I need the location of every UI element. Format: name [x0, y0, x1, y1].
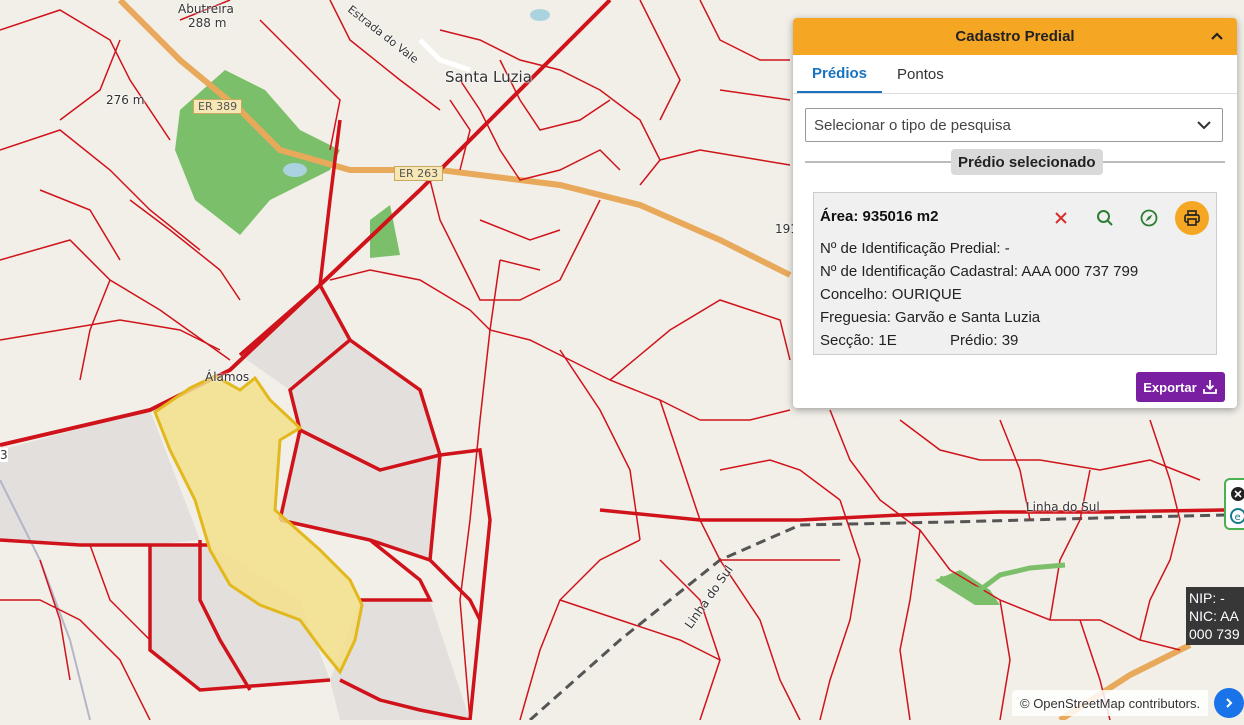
attribution-text[interactable]: © OpenStreetMap contributors.	[1020, 696, 1200, 711]
altitude-label: 288 m	[188, 16, 227, 30]
close-icon	[1055, 212, 1067, 224]
seccao-line: Secção: 1E	[820, 332, 897, 349]
section-title: Prédio selecionado	[951, 149, 1103, 175]
nic-line: Nº de Identificação Cadastral: AAA 000 7…	[820, 263, 1139, 280]
panel-header: Cadastro Predial	[793, 18, 1237, 55]
svg-text:e: e	[1235, 512, 1241, 523]
chevron-down-icon	[1197, 121, 1211, 130]
railway-label: Linha do Sul	[1026, 500, 1100, 514]
place-label-santa-luzia: Santa Luzia	[445, 68, 532, 86]
road-shield-er389: ER 389	[193, 99, 243, 114]
road-shield-er263: ER 263	[394, 166, 444, 181]
map-number-label: 3	[0, 448, 8, 462]
expand-button[interactable]	[1214, 688, 1244, 718]
minor-road	[418, 38, 471, 73]
nic-text-cont: 000 739	[1189, 626, 1240, 642]
side-controls: e	[1224, 478, 1244, 530]
export-label: Exportar	[1143, 379, 1197, 395]
cadastro-panel: Cadastro Predial Prédios Pontos Selecion…	[793, 18, 1237, 408]
panel-tabs: Prédios Pontos	[793, 55, 1237, 94]
search-type-select[interactable]: Selecionar o tipo de pesquisa	[805, 108, 1223, 142]
altitude-label: 276 m	[106, 93, 145, 107]
nip-line: Nº de Identificação Predial: -	[820, 240, 1010, 257]
place-label-alamos: Álamos	[205, 370, 250, 384]
print-button[interactable]	[1175, 201, 1209, 235]
water-body	[283, 163, 307, 177]
close-button[interactable]	[1044, 201, 1078, 235]
concelho-line: Concelho: OURIQUE	[820, 286, 962, 303]
export-button[interactable]: Exportar	[1136, 372, 1225, 402]
place-label-abutreira: Abutreira	[178, 2, 234, 16]
search-type-value: Selecionar o tipo de pesquisa	[814, 116, 1011, 134]
section-divider: Prédio selecionado	[805, 149, 1225, 175]
chevron-right-icon	[1226, 698, 1233, 708]
area-label: Área: 935016 m2	[820, 208, 939, 225]
locate-button[interactable]	[1132, 201, 1166, 235]
nic-text: NIC: AA	[1189, 608, 1239, 624]
tab-pontos[interactable]: Pontos	[882, 55, 959, 93]
compass-icon	[1140, 209, 1158, 227]
nip-text: NIP: -	[1189, 590, 1225, 606]
print-icon	[1184, 210, 1200, 226]
predio-line: Prédio: 39	[950, 332, 1019, 349]
water-body	[530, 9, 550, 21]
collapse-button[interactable]	[1207, 26, 1227, 46]
zoom-search-button[interactable]	[1088, 201, 1122, 235]
forest-area	[175, 70, 340, 235]
map-attribution: © OpenStreetMap contributors.	[1012, 690, 1209, 716]
download-icon	[1202, 380, 1217, 394]
chevron-up-icon	[1211, 32, 1223, 40]
hover-info-box: NIP: - NIC: AA 000 739	[1186, 587, 1244, 645]
tab-predios[interactable]: Prédios	[797, 55, 883, 93]
panel-title: Cadastro Predial	[955, 28, 1075, 45]
search-icon	[1097, 210, 1113, 226]
side-controls-icons: e	[1230, 487, 1244, 524]
info-card: Área: 935016 m2 Nº de Identificação Pred…	[813, 192, 1217, 355]
freguesia-line: Freguesia: Garvão e Santa Luzia	[820, 309, 1041, 326]
